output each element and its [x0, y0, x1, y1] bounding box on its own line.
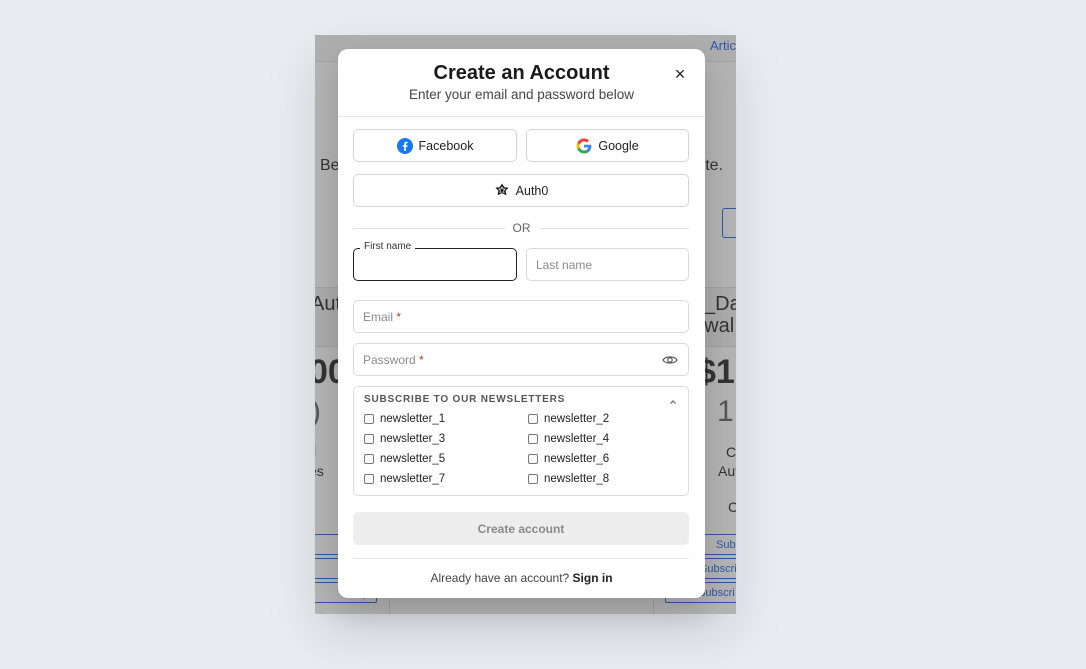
newsletter-option[interactable]: newsletter_5	[364, 453, 445, 465]
newsletter-option[interactable]: newsletter_7	[364, 473, 445, 485]
background-card-line-left-2: es	[315, 463, 324, 479]
checkbox[interactable]	[528, 454, 538, 464]
required-mark: *	[396, 310, 402, 324]
newsletter-label: newsletter_6	[544, 453, 610, 465]
footer-divider	[353, 558, 689, 559]
last-name-field[interactable]: Last name	[526, 248, 689, 281]
sign-in-link[interactable]: Sign in	[573, 571, 613, 585]
background-hero-text-left: Be	[320, 157, 340, 174]
newsletter-label: newsletter_4	[544, 433, 610, 445]
checkbox[interactable]	[528, 414, 538, 424]
background-card-line-right-1: C	[726, 444, 736, 460]
last-name-placeholder: Last name	[536, 258, 593, 272]
google-login-button[interactable]: Google	[526, 129, 689, 162]
close-icon: ×	[674, 64, 686, 84]
background-hero-button	[722, 208, 736, 238]
facebook-login-button[interactable]: Facebook	[353, 129, 517, 162]
divider-label: OR	[504, 221, 539, 235]
email-placeholder-text: Email	[363, 310, 394, 324]
required-mark: *	[419, 353, 424, 367]
checkbox[interactable]	[528, 474, 538, 484]
signin-prompt: Already have an account? Sign in	[338, 571, 705, 585]
close-button[interactable]: ×	[671, 65, 689, 83]
google-icon	[576, 138, 592, 154]
background-card-subprice-right: 1	[717, 395, 734, 428]
newsletter-section: SUBSCRIBE TO OUR NEWSLETTERS newsletter_…	[353, 386, 689, 496]
first-name-field[interactable]: First name	[353, 241, 517, 281]
background-card-title-right: _Da	[704, 293, 736, 315]
newsletter-option[interactable]: newsletter_6	[528, 453, 609, 465]
password-placeholder: Password *	[363, 353, 424, 367]
facebook-icon	[396, 137, 413, 154]
newsletter-label: newsletter_3	[380, 433, 446, 445]
create-account-modal: Create an Account Enter your email and p…	[338, 49, 705, 598]
newsletter-header: SUBSCRIBE TO OUR NEWSLETTERS	[364, 394, 566, 405]
email-placeholder: Email *	[363, 310, 401, 324]
newsletter-label: newsletter_7	[380, 473, 446, 485]
show-password-icon[interactable]	[662, 353, 678, 367]
newsletter-label: newsletter_5	[380, 453, 446, 465]
password-placeholder-text: Password	[363, 353, 416, 367]
newsletter-label: newsletter_2	[544, 413, 610, 425]
auth0-login-button[interactable]: Auth0	[353, 174, 689, 207]
newsletter-option[interactable]: newsletter_8	[528, 473, 609, 485]
modal-subtitle: Enter your email and password below	[408, 87, 635, 102]
checkbox[interactable]	[364, 434, 374, 444]
checkbox[interactable]	[364, 474, 374, 484]
background-card-subprice-left: )	[315, 395, 321, 429]
first-name-input[interactable]	[362, 255, 508, 277]
background-card-line-right-3: C	[728, 499, 736, 515]
chevron-up-icon[interactable]	[668, 394, 678, 404]
checkbox[interactable]	[528, 434, 538, 444]
newsletter-label: newsletter_1	[380, 413, 446, 425]
password-field[interactable]: Password *	[353, 343, 689, 376]
auth0-icon	[494, 183, 510, 199]
checkbox[interactable]	[364, 454, 374, 464]
email-field[interactable]: Email *	[353, 300, 689, 333]
background-card-line-right-2: Aut	[718, 463, 736, 479]
google-login-label: Google	[598, 138, 639, 153]
background-card-line-left-1: l	[315, 442, 316, 458]
newsletter-option[interactable]: newsletter_3	[364, 433, 445, 445]
modal-title: Create an Account	[433, 62, 610, 84]
facebook-login-label: Facebook	[418, 138, 474, 153]
first-name-label: First name	[360, 241, 416, 252]
signin-prompt-text: Already have an account?	[430, 571, 570, 585]
newsletter-label: newsletter_8	[544, 473, 610, 485]
checkbox[interactable]	[364, 414, 374, 424]
auth0-login-label: Auth0	[515, 183, 549, 198]
newsletter-option[interactable]: newsletter_4	[528, 433, 609, 445]
modal-header: Create an Account Enter your email and p…	[338, 49, 705, 117]
create-account-button[interactable]: Create account	[353, 512, 689, 545]
newsletter-option[interactable]: newsletter_1	[364, 413, 445, 425]
background-nav-link: Artic	[710, 38, 736, 53]
newsletter-option[interactable]: newsletter_2	[528, 413, 609, 425]
